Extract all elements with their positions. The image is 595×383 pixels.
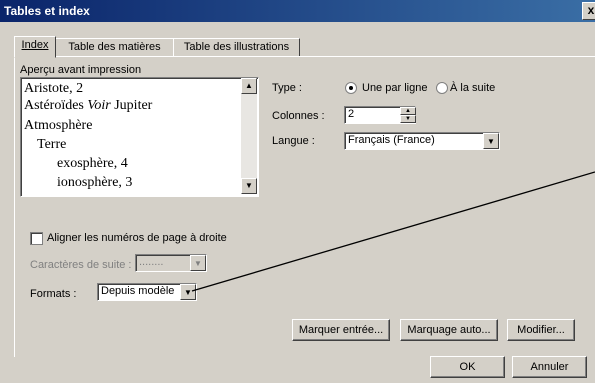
scroll-up-icon[interactable]: ▲ [241, 78, 257, 94]
close-button[interactable]: x [582, 2, 595, 20]
aligner-numeros-label[interactable]: Aligner les numéros de page à droite [47, 232, 227, 244]
print-preview-box: Aristote, 2 Astéroïdes Voir Jupiter Atmo… [20, 77, 259, 197]
spinner-up-icon[interactable]: ▲ [400, 107, 416, 115]
aligner-numeros-checkbox[interactable] [30, 232, 43, 245]
tab-index-label: Index [21, 39, 49, 51]
tab-table-des-illustrations-label: Table des illustrations [183, 41, 290, 53]
annuler-button[interactable]: Annuler [512, 356, 587, 378]
tab-table-des-matieres[interactable]: Table des matières [55, 38, 174, 57]
tab-table-des-illustrations[interactable]: Table des illustrations [173, 38, 300, 57]
preview-line: exosphère, 4 [57, 156, 128, 171]
ok-button[interactable]: OK [430, 356, 505, 378]
tab-index[interactable]: Index [14, 36, 56, 58]
tab-table-des-matieres-label: Table des matières [68, 41, 161, 53]
scroll-down-icon[interactable]: ▼ [241, 178, 257, 194]
langue-label: Langue : [272, 135, 315, 147]
colonnes-label: Colonnes : [272, 110, 325, 122]
preview-line: Atmosphère [24, 118, 93, 133]
preview-line: ionosphère, 3 [57, 175, 133, 190]
modifier-button[interactable]: Modifier... [507, 319, 575, 341]
preview-line: Terre [37, 137, 67, 152]
radio-une-par-ligne-label[interactable]: Une par ligne [362, 82, 427, 94]
marquer-entree-button[interactable]: Marquer entrée... [292, 319, 390, 341]
radio-une-par-ligne[interactable] [345, 82, 357, 94]
marquage-auto-button[interactable]: Marquage auto... [400, 319, 498, 341]
preview-scrollbar[interactable]: ▲ ▼ [241, 78, 257, 194]
tables-et-index-dialog: Tables et index x Index Table des matièr… [0, 0, 595, 383]
type-label: Type : [272, 82, 302, 94]
radio-a-la-suite-label[interactable]: À la suite [450, 82, 495, 94]
preview-line: Aristote, 2 [24, 81, 84, 96]
window-title: Tables et index [4, 4, 90, 18]
caracteres-suite-label: Caractères de suite : [30, 259, 132, 271]
preview-line: Astéroïdes Voir Jupiter [24, 98, 153, 113]
langue-select[interactable]: Français (France) [344, 132, 500, 150]
title-bar[interactable]: Tables et index x [0, 0, 595, 22]
radio-a-la-suite[interactable] [436, 82, 448, 94]
dropdown-arrow-icon[interactable]: ▼ [483, 133, 499, 149]
preview-label: Aperçu avant impression [20, 64, 142, 76]
spinner-down-icon[interactable]: ▼ [400, 115, 416, 123]
dropdown-arrow-icon: ▼ [190, 255, 206, 271]
formats-label: Formats : [30, 288, 77, 300]
dropdown-arrow-icon[interactable]: ▼ [180, 284, 196, 300]
